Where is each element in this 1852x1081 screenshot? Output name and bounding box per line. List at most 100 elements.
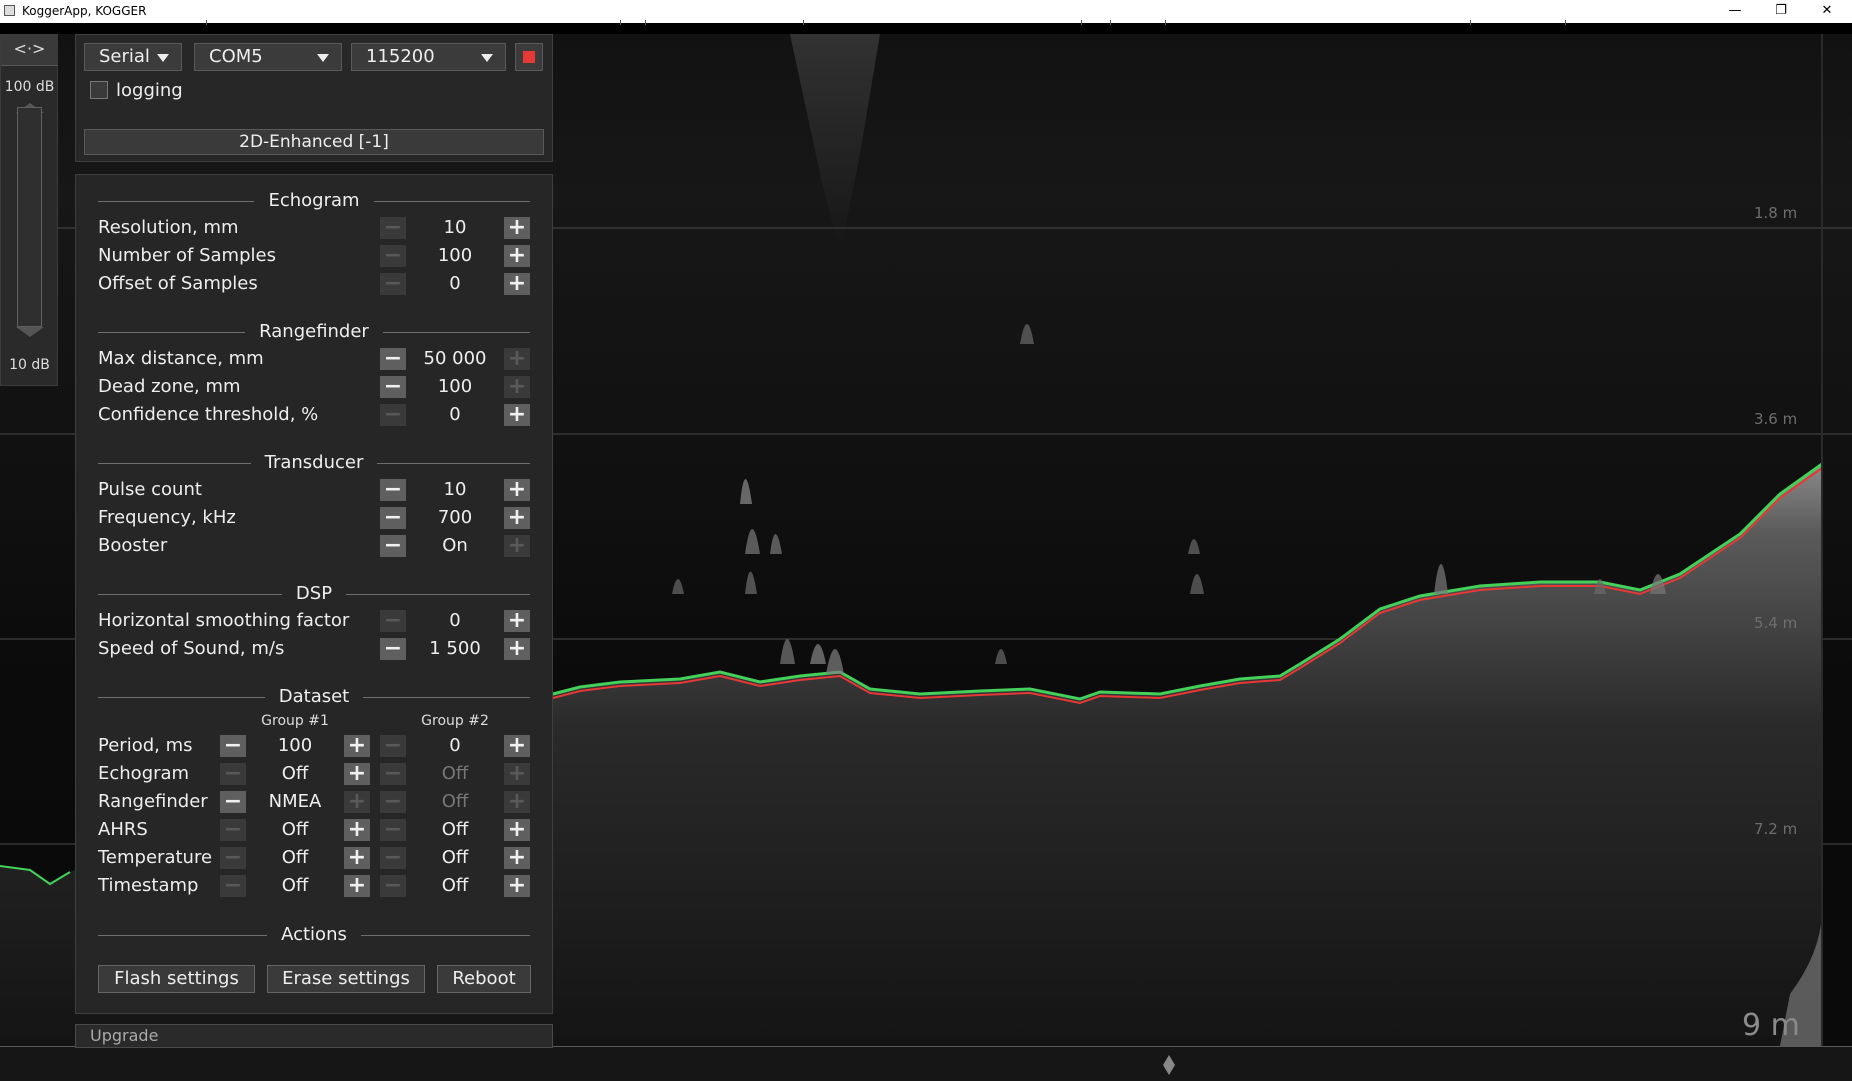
spin-value[interactable]: Off	[406, 847, 504, 869]
spin-value[interactable]: 10	[406, 479, 504, 501]
decrement-button[interactable]: −	[380, 404, 406, 426]
increment-button[interactable]: +	[504, 638, 530, 660]
period-g2-spinbox[interactable]: − 0 +	[380, 735, 530, 757]
spin-value[interactable]: Off	[406, 875, 504, 897]
pulse-count-spinbox[interactable]: − 10 +	[380, 479, 530, 501]
spin-value[interactable]: Off	[246, 819, 344, 841]
increment-button[interactable]: +	[344, 819, 370, 841]
decrement-button[interactable]: −	[380, 479, 406, 501]
increment-button[interactable]: +	[344, 763, 370, 785]
decrement-button[interactable]: −	[220, 847, 246, 869]
spin-value[interactable]: 0	[406, 273, 504, 295]
increment-button[interactable]: +	[344, 735, 370, 757]
confidence-spinbox[interactable]: − 0 +	[380, 404, 530, 426]
decrement-button[interactable]: −	[380, 875, 406, 897]
frequency-spinbox[interactable]: − 700 +	[380, 507, 530, 529]
ahrs-g1-spinbox[interactable]: − Off +	[220, 819, 370, 841]
spin-value[interactable]: 100	[406, 376, 504, 398]
max-distance-spinbox[interactable]: − 50 000 +	[380, 348, 530, 370]
decrement-button[interactable]: −	[380, 245, 406, 267]
minimize-button[interactable]: —	[1712, 0, 1758, 23]
increment-button[interactable]: +	[504, 376, 530, 398]
flash-settings-button[interactable]: Flash settings	[98, 965, 255, 993]
panel-toggle-button[interactable]: <·>	[1, 35, 58, 66]
spin-value[interactable]: 100	[246, 735, 344, 757]
period-g1-spinbox[interactable]: − 100 +	[220, 735, 370, 757]
decrement-button[interactable]: −	[380, 376, 406, 398]
offset-spinbox[interactable]: − 0 +	[380, 273, 530, 295]
spin-value[interactable]: 100	[406, 245, 504, 267]
baudrate-select[interactable]: 115200	[351, 43, 506, 71]
spin-value[interactable]: 1 500	[406, 638, 504, 660]
reboot-button[interactable]: Reboot	[437, 965, 531, 993]
smoothing-spinbox[interactable]: − 0 +	[380, 610, 530, 632]
increment-button[interactable]: +	[504, 847, 530, 869]
increment-button[interactable]: +	[504, 735, 530, 757]
increment-button[interactable]: +	[504, 404, 530, 426]
logging-checkbox[interactable]	[90, 81, 108, 99]
samples-spinbox[interactable]: − 100 +	[380, 245, 530, 267]
spin-value[interactable]: Off	[406, 763, 504, 785]
disconnect-button[interactable]	[515, 43, 543, 71]
gain-slider-track[interactable]	[17, 107, 42, 327]
decrement-button[interactable]: −	[380, 348, 406, 370]
temperature-g1-spinbox[interactable]: − Off +	[220, 847, 370, 869]
resolution-spinbox[interactable]: − 10 +	[380, 217, 530, 239]
spin-value[interactable]: Off	[406, 819, 504, 841]
rangefinder-g2-spinbox[interactable]: − Off +	[380, 791, 530, 813]
decrement-button[interactable]: −	[380, 535, 406, 557]
ahrs-g2-spinbox[interactable]: − Off +	[380, 819, 530, 841]
decrement-button[interactable]: −	[380, 273, 406, 295]
close-button[interactable]: ✕	[1804, 0, 1850, 23]
increment-button[interactable]: +	[504, 479, 530, 501]
timeline-bar[interactable]	[0, 1046, 1852, 1081]
device-mode-button[interactable]: 2D-Enhanced [-1]	[84, 129, 544, 155]
spin-value[interactable]: 0	[406, 610, 504, 632]
decrement-button[interactable]: −	[380, 791, 406, 813]
spin-value[interactable]: Off	[406, 791, 504, 813]
timestamp-g1-spinbox[interactable]: − Off +	[220, 875, 370, 897]
decrement-button[interactable]: −	[380, 217, 406, 239]
increment-button[interactable]: +	[504, 273, 530, 295]
decrement-button[interactable]: −	[220, 735, 246, 757]
increment-button[interactable]: +	[344, 875, 370, 897]
increment-button[interactable]: +	[344, 791, 370, 813]
decrement-button[interactable]: −	[380, 735, 406, 757]
increment-button[interactable]: +	[504, 217, 530, 239]
spin-value[interactable]: 0	[406, 735, 504, 757]
decrement-button[interactable]: −	[220, 875, 246, 897]
decrement-button[interactable]: −	[380, 819, 406, 841]
decrement-button[interactable]: −	[380, 763, 406, 785]
increment-button[interactable]: +	[504, 875, 530, 897]
gain-thumb-low[interactable]	[16, 327, 44, 337]
spin-value[interactable]: On	[406, 535, 504, 557]
spin-value[interactable]: Off	[246, 763, 344, 785]
increment-button[interactable]: +	[504, 819, 530, 841]
port-select[interactable]: COM5	[194, 43, 342, 71]
increment-button[interactable]: +	[504, 535, 530, 557]
decrement-button[interactable]: −	[220, 763, 246, 785]
spin-value[interactable]: NMEA	[246, 791, 344, 813]
echogram-g2-spinbox[interactable]: − Off +	[380, 763, 530, 785]
decrement-button[interactable]: −	[220, 791, 246, 813]
timeline-handle-icon[interactable]	[1163, 1055, 1175, 1075]
spin-value[interactable]: Off	[246, 875, 344, 897]
decrement-button[interactable]: −	[380, 507, 406, 529]
spin-value[interactable]: Off	[246, 847, 344, 869]
timestamp-g2-spinbox[interactable]: − Off +	[380, 875, 530, 897]
echogram-g1-spinbox[interactable]: − Off +	[220, 763, 370, 785]
increment-button[interactable]: +	[504, 763, 530, 785]
increment-button[interactable]: +	[344, 847, 370, 869]
spin-value[interactable]: 50 000	[406, 348, 504, 370]
booster-spinbox[interactable]: − On +	[380, 535, 530, 557]
sound-speed-spinbox[interactable]: − 1 500 +	[380, 638, 530, 660]
spin-value[interactable]: 0	[406, 404, 504, 426]
increment-button[interactable]: +	[504, 245, 530, 267]
decrement-button[interactable]: −	[220, 819, 246, 841]
rangefinder-g1-spinbox[interactable]: − NMEA +	[220, 791, 370, 813]
increment-button[interactable]: +	[504, 507, 530, 529]
decrement-button[interactable]: −	[380, 847, 406, 869]
temperature-g2-spinbox[interactable]: − Off +	[380, 847, 530, 869]
upgrade-panel[interactable]: Upgrade	[75, 1024, 553, 1048]
increment-button[interactable]: +	[504, 610, 530, 632]
